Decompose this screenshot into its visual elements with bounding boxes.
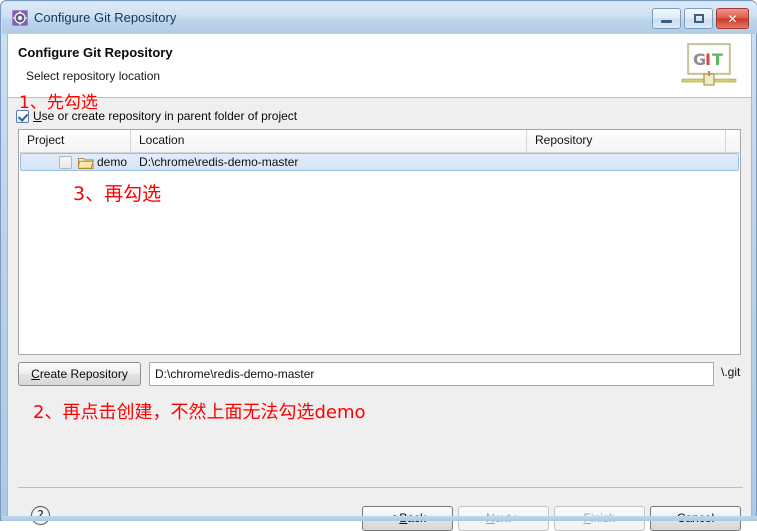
window-title: Configure Git Repository <box>34 10 177 25</box>
use-parent-folder-checkbox[interactable] <box>16 109 29 123</box>
maximize-icon <box>685 9 712 28</box>
page-title: Configure Git Repository <box>18 45 173 60</box>
wizard-body: Use or create repository in parent folde… <box>8 98 751 450</box>
column-header-project[interactable]: Project <box>19 130 131 152</box>
use-parent-folder-row[interactable]: Use or create repository in parent folde… <box>16 108 297 124</box>
create-repository-label: reate Repository <box>39 367 128 381</box>
create-repository-mnemonic: C <box>31 367 40 381</box>
repository-path-input[interactable] <box>149 362 714 386</box>
page-subtitle: Select repository location <box>26 69 161 83</box>
column-header-location[interactable]: Location <box>131 130 527 152</box>
column-header-repository[interactable]: Repository <box>527 130 726 152</box>
dialog-window: Configure Git Repository ✕ Configure Git… <box>0 0 757 531</box>
svg-text:I: I <box>705 50 711 69</box>
window-bottom-edge <box>2 516 757 521</box>
table-header: Project Location Repository <box>19 130 740 153</box>
create-repository-row: Create Repository \.git <box>18 362 741 386</box>
git-suffix-label: \.git <box>721 365 741 379</box>
svg-text:T: T <box>712 50 723 69</box>
use-parent-folder-label: Use or create repository in parent folde… <box>33 109 297 123</box>
row-location-path: D:\chrome\redis-demo-master <box>139 155 299 169</box>
title-bar: Configure Git Repository ✕ <box>2 2 757 34</box>
git-logo: G I T <box>680 40 742 92</box>
close-button[interactable]: ✕ <box>716 8 749 29</box>
use-parent-folder-text: se or create repository in parent folder… <box>41 109 298 123</box>
row-checkbox[interactable] <box>59 155 72 169</box>
create-repository-button[interactable]: Create Repository <box>18 362 141 386</box>
projects-table[interactable]: Project Location Repository demo D:\chro… <box>18 129 741 355</box>
minimize-button[interactable] <box>652 8 681 29</box>
footer-separator <box>18 487 743 488</box>
folder-icon <box>77 156 94 169</box>
column-header-spacer <box>726 130 740 152</box>
minimize-icon <box>653 9 680 28</box>
close-icon: ✕ <box>727 11 738 26</box>
eclipse-wizard-icon <box>12 10 28 26</box>
use-parent-folder-mnemonic: U <box>33 109 42 123</box>
row-project-name: demo <box>97 155 128 169</box>
dialog-client: Configure Git Repository Select reposito… <box>7 34 752 531</box>
maximize-button[interactable] <box>684 8 713 29</box>
wizard-header: Configure Git Repository Select reposito… <box>8 34 751 98</box>
table-row[interactable]: demo D:\chrome\redis-demo-master <box>20 153 739 171</box>
wizard-footer: ? < Back Next > Finish Cancel <box>8 450 751 531</box>
